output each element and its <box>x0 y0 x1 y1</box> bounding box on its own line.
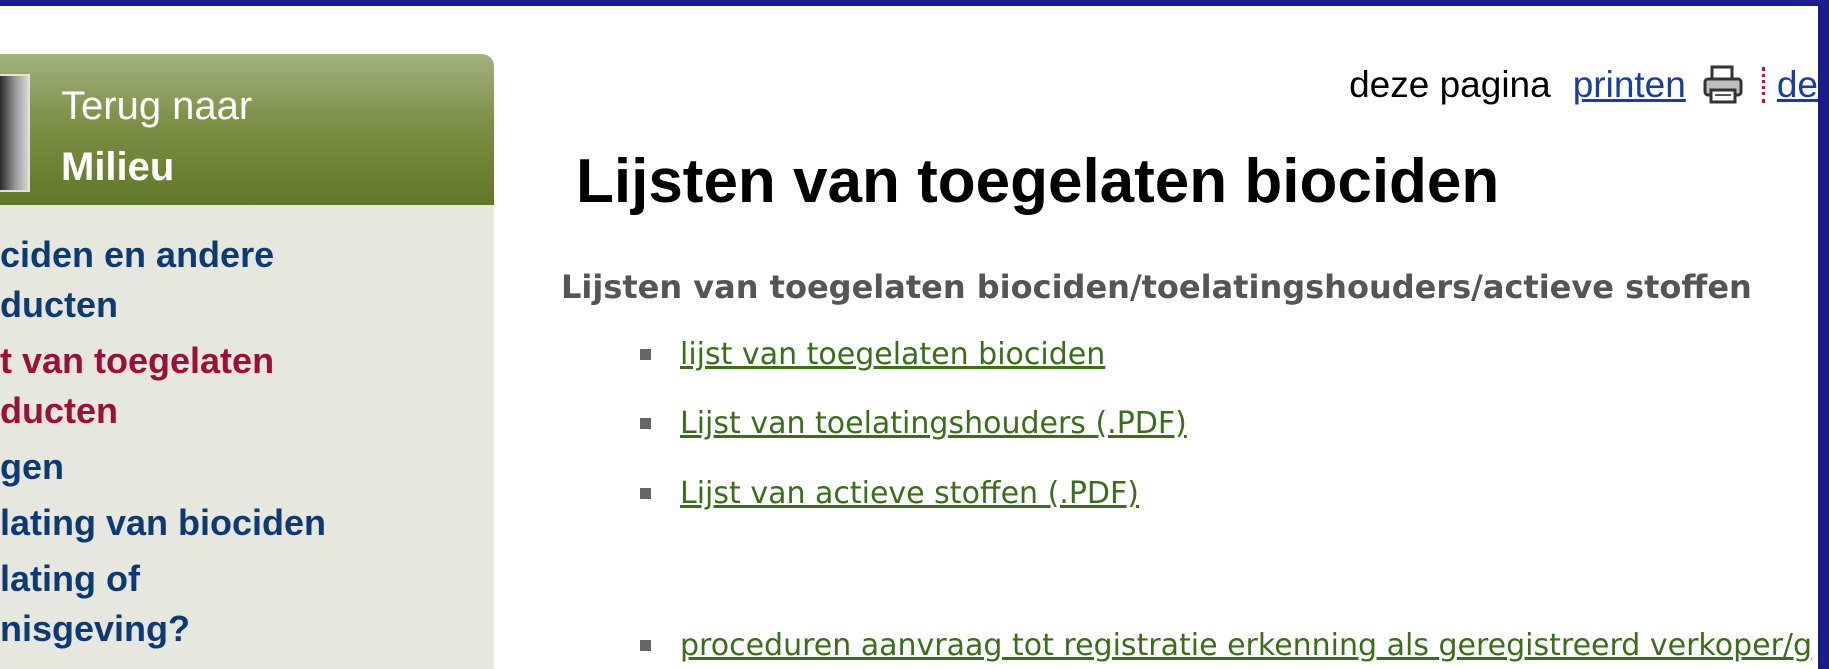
toolbar-divider <box>1761 67 1765 103</box>
bullet-icon <box>640 349 651 360</box>
sidebar-item-lijst-van-toegelaten-producten[interactable]: t van toegelaten ducten <box>0 336 494 436</box>
bullet-icon <box>640 418 651 429</box>
bullet-icon <box>640 488 651 499</box>
section-heading: Lijsten van toegelaten biociden/toelatin… <box>561 268 1752 306</box>
list-item: Lijst van toelatingshouders (.PDF) <box>640 406 1187 441</box>
back-to-milieu-link[interactable]: Terug naar Milieu <box>0 54 494 205</box>
sidebar-item-biociden-en-andere-producten[interactable]: ciden en andere ducten <box>0 230 494 330</box>
page-tools: deze pagina printen de <box>1349 60 1818 110</box>
sidebar-item: t van toegelaten ducten <box>0 336 494 436</box>
list-item: Lijst van actieve stoffen (.PDF) <box>640 476 1139 511</box>
sidebar-item: lating of nisgeving? <box>0 554 494 654</box>
link-toelatingshouders-pdf[interactable]: Lijst van toelatingshouders (.PDF) <box>680 406 1187 441</box>
page-title: Lijsten van toegelaten biociden <box>576 147 1500 216</box>
sidebar-item: gen <box>0 442 494 492</box>
sidebar-item-toelating-van-biociden[interactable]: lating van biociden <box>0 498 494 548</box>
link-procedure-registratie-verkoper[interactable]: proceduren aanvraag tot registratie erke… <box>680 628 1812 663</box>
print-label: deze pagina <box>1349 64 1551 105</box>
sidebar: Terug naar Milieu ciden en andere ducten… <box>0 54 494 669</box>
list-item: lijst van toegelaten biociden <box>640 337 1105 372</box>
sidebar-item: lating van biociden <box>0 498 494 548</box>
bullet-icon <box>640 640 651 651</box>
back-target-label: Milieu <box>61 145 175 189</box>
link-actieve-stoffen-pdf[interactable]: Lijst van actieve stoffen (.PDF) <box>680 476 1139 511</box>
sidebar-item-vragen[interactable]: gen <box>0 442 494 492</box>
link-toegelaten-biociden[interactable]: lijst van toegelaten biociden <box>680 337 1105 372</box>
sidebar-item-toelating-of-kennisgeving[interactable]: lating of nisgeving? <box>0 554 494 654</box>
back-label: Terug naar <box>61 84 253 128</box>
printer-icon[interactable] <box>1702 64 1744 106</box>
section-thumbnail <box>0 74 30 192</box>
print-link[interactable]: printen <box>1573 64 1686 106</box>
next-tool-link[interactable]: de <box>1777 64 1818 106</box>
list-item: proceduren aanvraag tot registratie erke… <box>640 628 1812 663</box>
sidebar-nav: ciden en andere ducten t van toegelaten … <box>0 230 494 660</box>
sidebar-item: ciden en andere ducten <box>0 230 494 330</box>
page: Terug naar Milieu ciden en andere ducten… <box>0 6 1818 669</box>
